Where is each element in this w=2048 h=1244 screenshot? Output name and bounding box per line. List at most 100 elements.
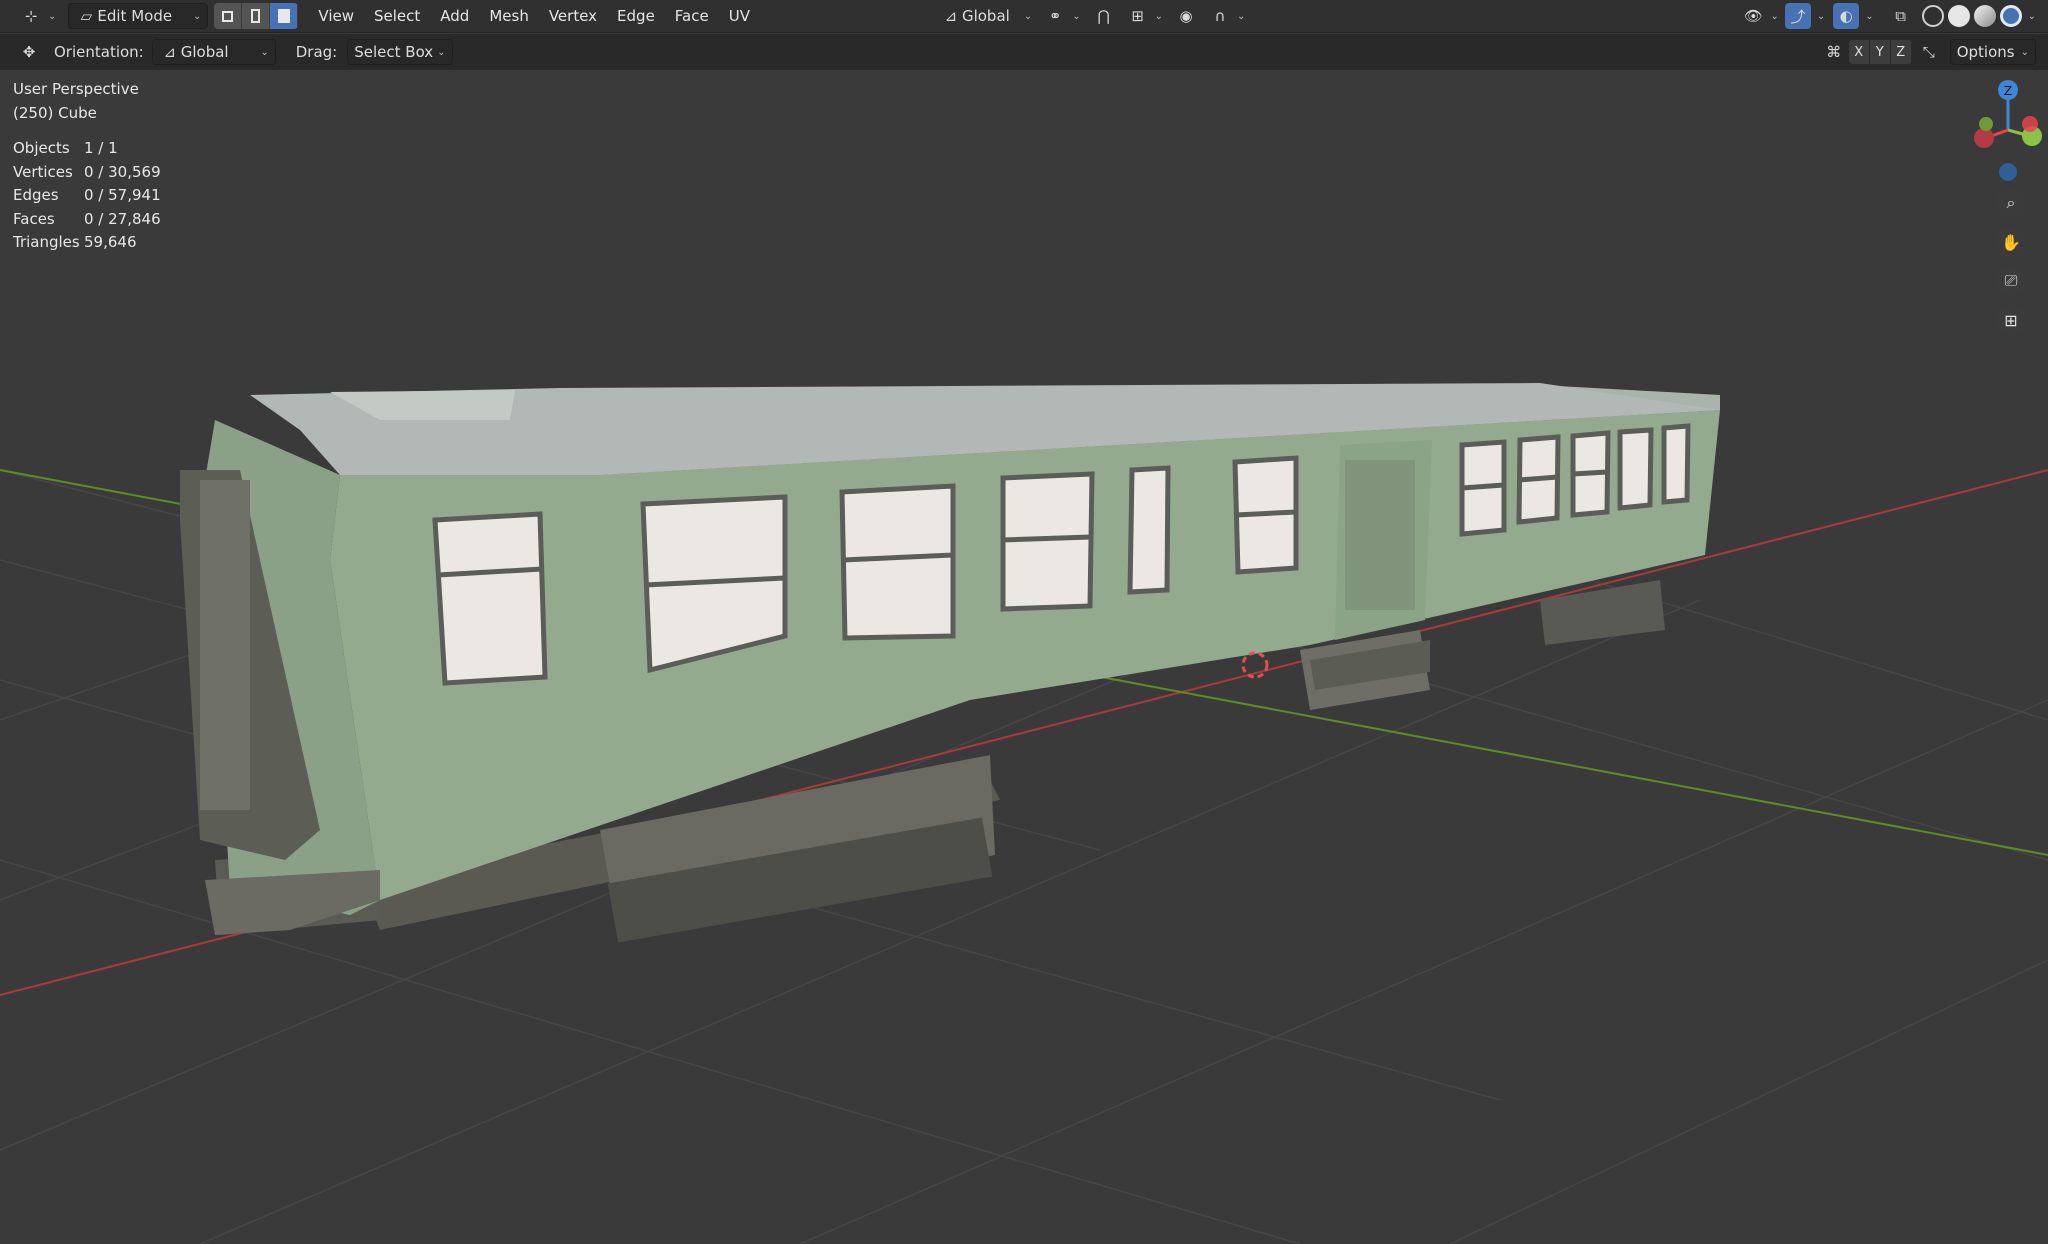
drag-value: Select Box xyxy=(354,43,434,61)
chevron-down-icon[interactable]: ⌄ xyxy=(1865,11,1873,22)
menu-vertex[interactable]: Vertex xyxy=(539,7,607,25)
menu-face[interactable]: Face xyxy=(665,7,719,25)
snap-grid-icon: ⊞ xyxy=(1131,7,1144,25)
stat-label: Edges xyxy=(13,186,59,204)
mode-dropdown[interactable]: ▱ Edit Mode ⌄ xyxy=(68,3,209,29)
edge-select-icon[interactable] xyxy=(242,3,271,29)
select-mode-group xyxy=(214,3,299,29)
overlay-icon: ◐ xyxy=(1839,7,1853,25)
x-axis-icon[interactable] xyxy=(2022,116,2038,132)
axis-gizmo[interactable]: Z xyxy=(1938,70,2048,190)
chevron-down-icon: ⌄ xyxy=(1072,10,1081,22)
navigation-gizmo: Z ⌕ ✋ ⎚ ⊞ xyxy=(1938,70,2048,340)
orientation-label: Orientation: xyxy=(54,43,144,61)
chevron-down-icon[interactable]: ⌄ xyxy=(2028,11,2036,22)
gizmo-icon: ⤴ xyxy=(1790,7,1806,26)
menu-add[interactable]: Add xyxy=(430,7,479,25)
header-right: 👁 ⌄ ⤴ ⌄ ◐ ⌄ ⧉ ⌄ xyxy=(1736,3,2036,29)
chevron-down-icon: ⌄ xyxy=(2020,46,2029,58)
stat-label: Triangles xyxy=(13,233,80,251)
overlay-toggle[interactable]: ◐ xyxy=(1833,3,1860,29)
stat-label: Vertices xyxy=(13,162,73,181)
viewport-text-info: User Perspective (250) Cube Objects 1 / … xyxy=(13,78,161,255)
z-axis-label: Z xyxy=(2004,84,2012,98)
stat-row: Faces 0 / 27,846 xyxy=(13,208,161,232)
zoom-icon[interactable]: ⌕ xyxy=(1996,188,2026,218)
stat-row: Triangles 59,646 xyxy=(13,231,161,255)
viewport-header: ⊹ ⌄ ▱ Edit Mode ⌄ View Select Add Mesh Ve… xyxy=(0,0,2048,33)
editor-type-button[interactable]: ⊹ ⌄ xyxy=(14,3,62,29)
shading-mode-group xyxy=(1918,5,2022,27)
visibility-icon: 👁 xyxy=(1743,7,1763,25)
tool-header-right: ⌘ X Y Z ⤡ Options ⌄ xyxy=(1823,39,2036,65)
view-name: User Perspective xyxy=(13,80,139,98)
chevron-down-icon: ⌄ xyxy=(48,10,57,22)
mirror-y-toggle[interactable]: Y xyxy=(1870,40,1891,64)
mode-label: Edit Mode xyxy=(97,7,173,25)
neg-z-axis-icon[interactable] xyxy=(1999,163,2017,181)
menu-uv[interactable]: UV xyxy=(719,7,760,25)
chevron-down-icon: ⌄ xyxy=(260,46,269,58)
stat-row: Vertices 0 / 30,569 xyxy=(13,161,161,185)
face-select-icon[interactable] xyxy=(270,3,299,29)
menu-select[interactable]: Select xyxy=(364,7,430,25)
proportional-edit-toggle[interactable]: ◉ xyxy=(1169,3,1203,29)
move-tool-icon[interactable]: ✥ xyxy=(18,41,40,63)
3d-viewport[interactable] xyxy=(0,0,2048,1244)
chevron-down-icon: ⌄ xyxy=(1770,10,1779,22)
options-dropdown[interactable]: Options ⌄ xyxy=(1949,39,2036,65)
transform-orientation-dropdown[interactable]: ⊿ Global ⌄ xyxy=(934,3,1038,29)
chevron-down-icon: ⌄ xyxy=(1154,10,1163,22)
chevron-down-icon: ⌄ xyxy=(1237,10,1246,22)
vertex-select-icon[interactable] xyxy=(214,3,243,29)
auto-merge-icon[interactable]: ⤡ xyxy=(1918,41,1940,63)
menu-view[interactable]: View xyxy=(308,7,364,25)
snap-target-dropdown[interactable]: ⊞ ⌄ xyxy=(1121,3,1169,29)
mirror-icon[interactable]: ⌘ xyxy=(1823,41,1845,63)
falloff-dropdown[interactable]: ∩ ⌄ xyxy=(1203,3,1251,29)
xray-icon: ⧉ xyxy=(1895,7,1906,25)
stat-value: 1 / 1 xyxy=(84,139,118,157)
rendered-shading-icon[interactable] xyxy=(1999,5,2022,27)
pan-hand-icon[interactable]: ✋ xyxy=(1996,227,2026,257)
mirror-axis-group: X Y Z xyxy=(1848,40,1912,64)
mirror-z-toggle[interactable]: Z xyxy=(1891,40,1912,64)
snap-toggle[interactable]: ⋂ xyxy=(1087,3,1121,29)
drag-dropdown[interactable]: Select Box ⌄ xyxy=(347,39,453,65)
stat-row: Objects 1 / 1 xyxy=(13,137,161,161)
visibility-button[interactable]: 👁 ⌄ xyxy=(1736,3,1784,29)
material-shading-icon[interactable] xyxy=(1973,5,1996,27)
stat-value: 59,646 xyxy=(84,233,137,251)
chevron-down-icon: ⌄ xyxy=(1023,10,1033,22)
magnet-icon: ⋂ xyxy=(1097,7,1110,25)
neg-x-axis-icon[interactable] xyxy=(1974,128,1994,148)
stat-value: 0 / 27,846 xyxy=(84,209,161,228)
ortho-grid-icon[interactable]: ⊞ xyxy=(1996,305,2026,335)
falloff-curve-icon: ∩ xyxy=(1214,7,1226,25)
edit-mode-icon: ▱ xyxy=(80,7,93,25)
pivot-point-button[interactable]: ⚭ ⌄ xyxy=(1038,3,1086,29)
transform-orientation-label: Global xyxy=(961,7,1010,25)
stat-value: 0 / 30,569 xyxy=(84,162,161,181)
axes-icon: ⊹ xyxy=(24,7,38,25)
proportional-icon: ◉ xyxy=(1179,7,1193,25)
stat-label: Objects xyxy=(13,139,70,157)
chevron-down-icon: ⌄ xyxy=(193,10,202,22)
menu-mesh[interactable]: Mesh xyxy=(479,7,539,25)
chevron-down-icon[interactable]: ⌄ xyxy=(1817,11,1825,22)
gizmo-toggle[interactable]: ⤴ xyxy=(1784,3,1811,29)
mirror-x-toggle[interactable]: X xyxy=(1849,40,1870,64)
stat-row: Edges 0 / 57,941 xyxy=(13,184,161,208)
orientation-dropdown[interactable]: ⊿ Global ⌄ xyxy=(151,39,276,65)
menu-bar: View Select Add Mesh Vertex Edge Face UV xyxy=(308,7,760,25)
stat-label: Faces xyxy=(13,209,55,228)
tool-settings-header: ✥ Orientation: ⊿ Global ⌄ Drag: Select B… xyxy=(0,34,2048,70)
stat-value: 0 / 57,941 xyxy=(84,186,161,204)
camera-icon[interactable]: ⎚ xyxy=(1996,266,2026,296)
neg-y-axis-icon[interactable] xyxy=(1979,117,1993,131)
solid-shading-icon[interactable] xyxy=(1947,5,1970,27)
wireframe-shading-icon[interactable] xyxy=(1921,5,1944,27)
chevron-down-icon: ⌄ xyxy=(437,46,446,58)
menu-edge[interactable]: Edge xyxy=(607,7,665,25)
xray-toggle[interactable]: ⧉ xyxy=(1884,3,1918,29)
